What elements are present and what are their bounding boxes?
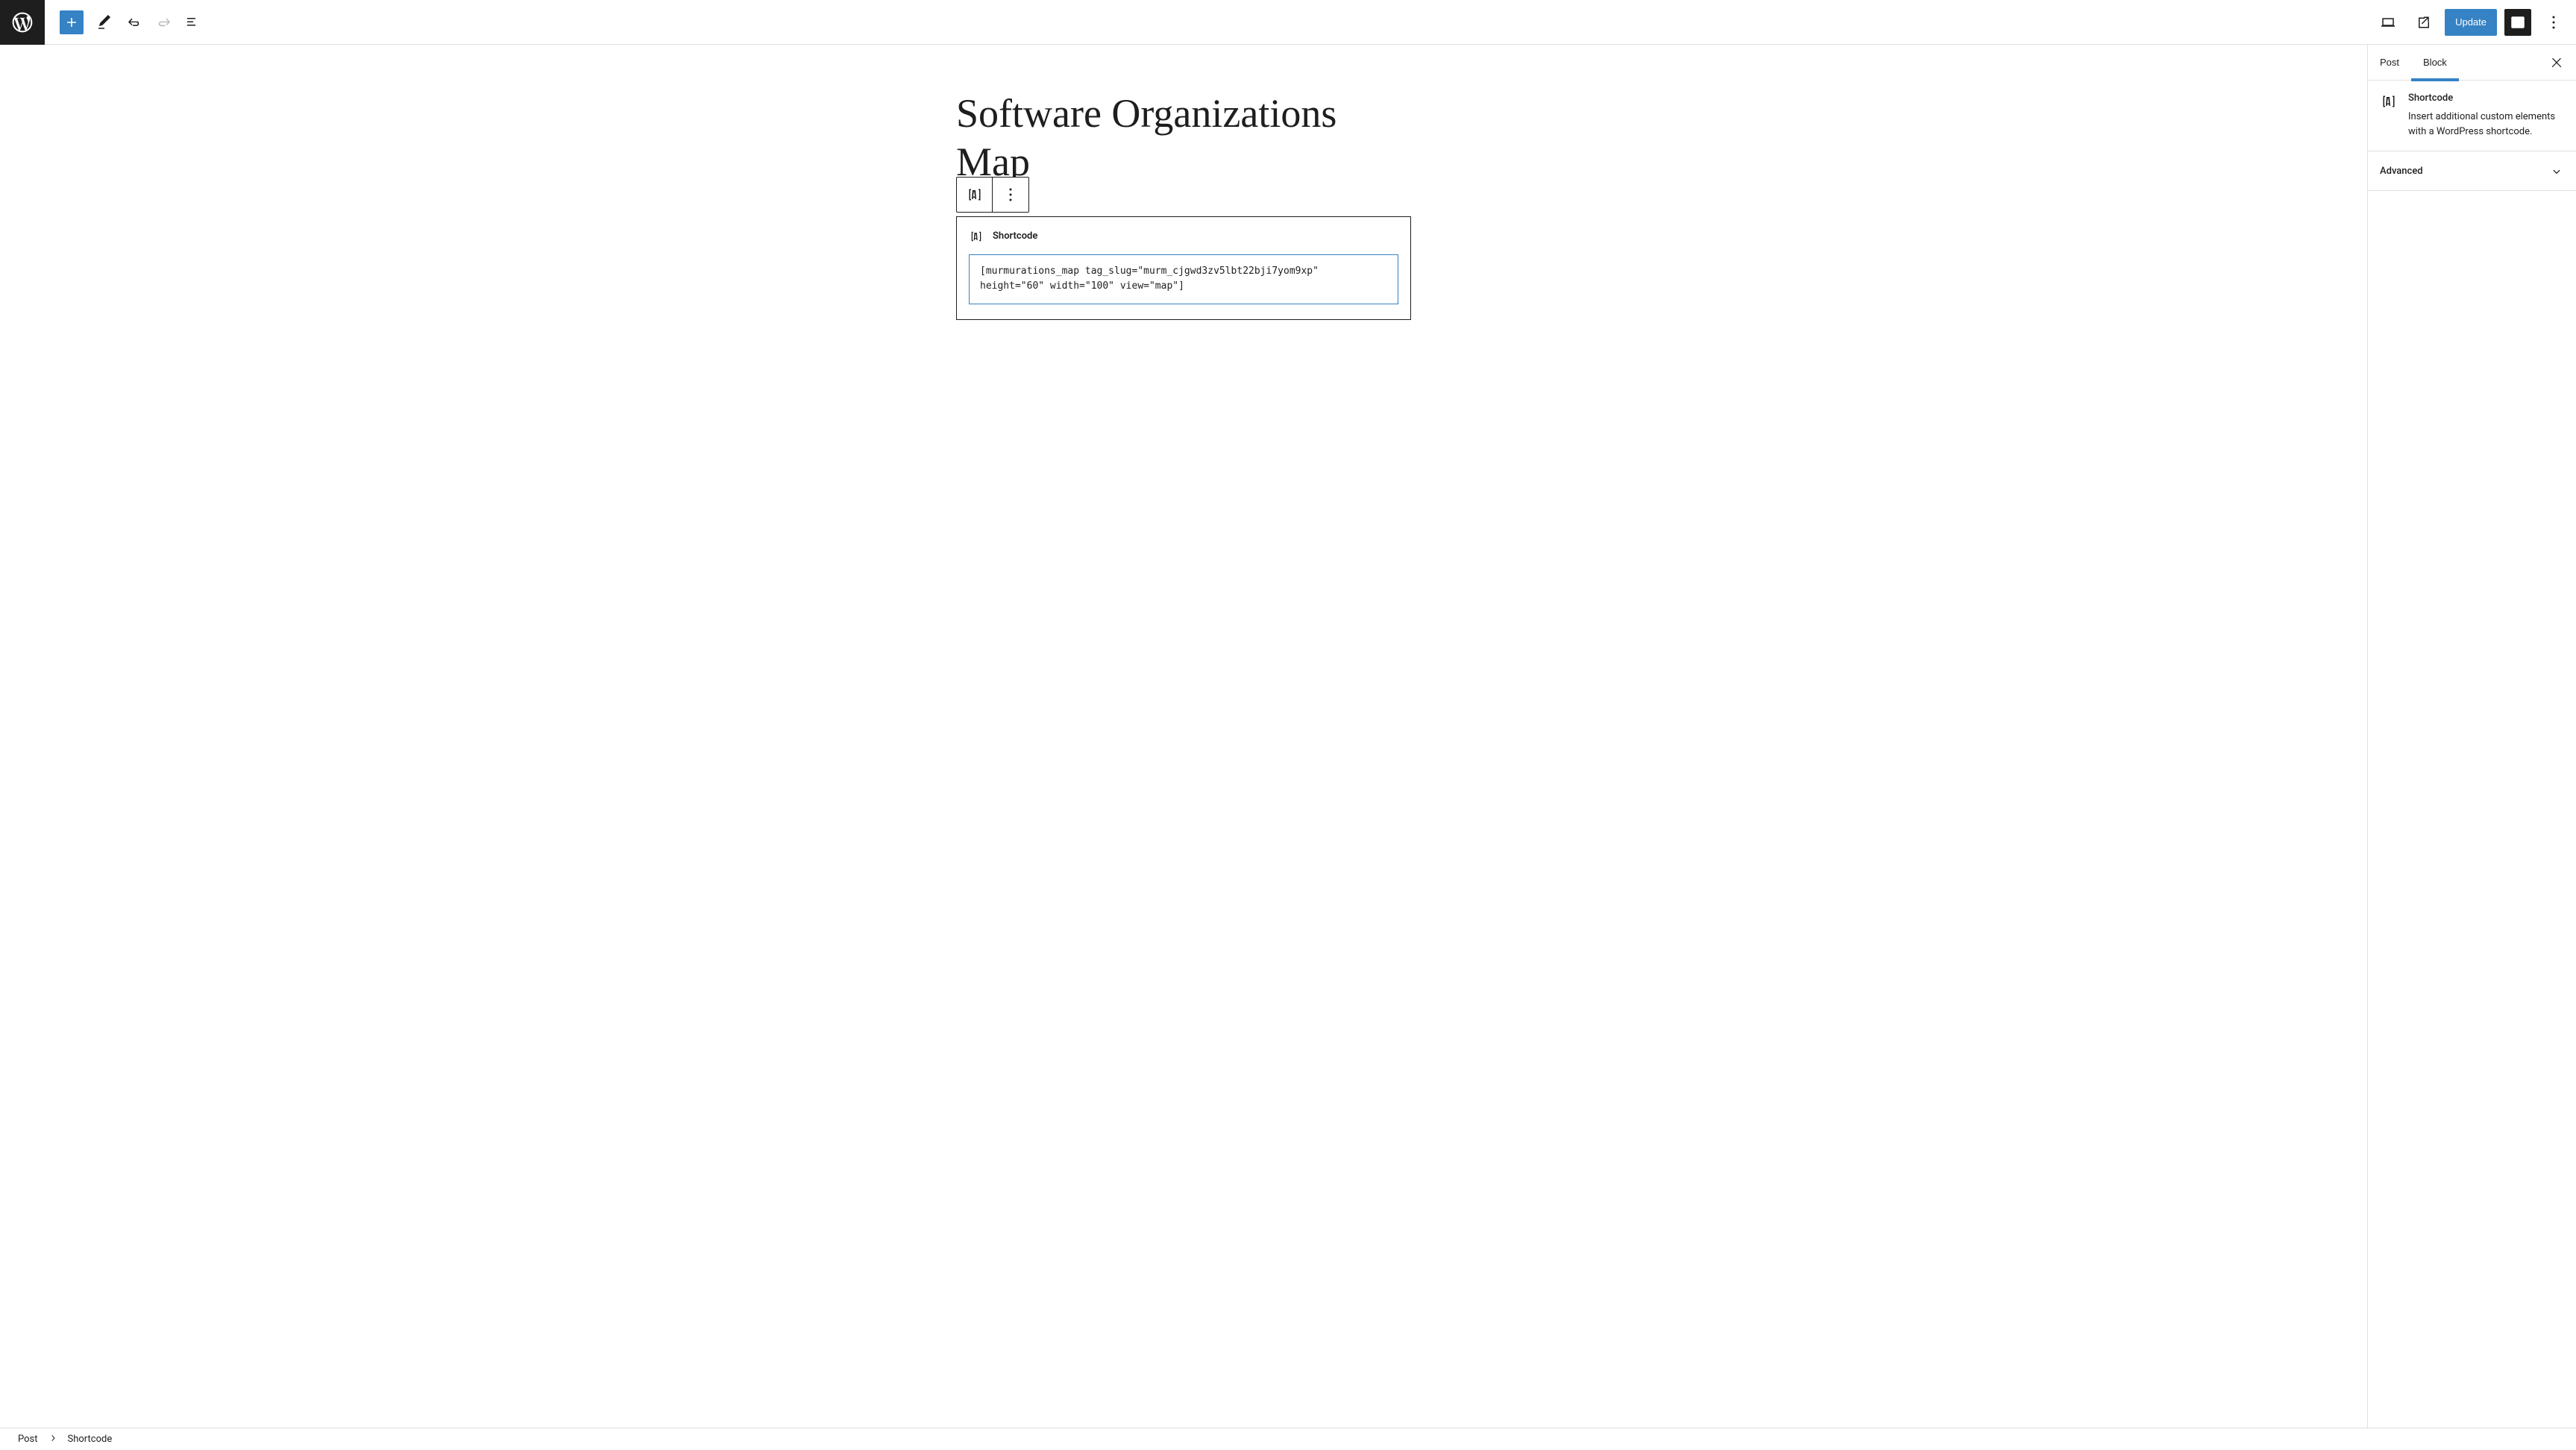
redo-icon bbox=[155, 13, 173, 31]
close-sidebar-button[interactable] bbox=[2543, 49, 2570, 76]
block-type-button[interactable] bbox=[957, 178, 993, 212]
breadcrumb: Post Shortcode bbox=[0, 1428, 2576, 1450]
chevron-right-icon bbox=[47, 1432, 59, 1444]
undo-icon bbox=[125, 13, 143, 31]
block-toolbar bbox=[956, 177, 1029, 213]
block-info-section: Shortcode Insert additional custom eleme… bbox=[2368, 81, 2576, 151]
tools-button[interactable] bbox=[91, 9, 118, 36]
pencil-icon bbox=[95, 13, 113, 31]
shortcode-input[interactable] bbox=[969, 254, 1398, 305]
more-vertical-icon bbox=[2545, 13, 2563, 31]
chevron-down-icon bbox=[2549, 163, 2564, 178]
breadcrumb-shortcode[interactable]: Shortcode bbox=[68, 1434, 113, 1445]
sidebar-icon bbox=[2509, 13, 2527, 31]
post-title[interactable]: Software Organizations Map bbox=[956, 90, 1411, 186]
view-post-button[interactable] bbox=[2410, 9, 2437, 36]
wordpress-logo[interactable] bbox=[0, 0, 45, 45]
tab-block[interactable]: Block bbox=[2411, 45, 2459, 81]
breadcrumb-separator bbox=[47, 1432, 59, 1447]
settings-sidebar: Post Block Shortcode Insert additional c… bbox=[2367, 45, 2576, 1428]
list-view-icon bbox=[185, 13, 203, 31]
wordpress-icon bbox=[10, 10, 34, 34]
view-button[interactable] bbox=[2375, 9, 2401, 36]
redo-button bbox=[151, 9, 178, 36]
tab-post[interactable]: Post bbox=[2368, 45, 2411, 81]
shortcode-icon bbox=[969, 229, 984, 244]
post-content: Software Organizations Map bbox=[941, 90, 1426, 320]
more-vertical-icon bbox=[1002, 186, 1020, 204]
editor-canvas[interactable]: Software Organizations Map bbox=[0, 45, 2367, 1428]
shortcode-block: Shortcode bbox=[956, 216, 1411, 321]
external-link-icon bbox=[2415, 13, 2433, 31]
block-info-description: Insert additional custom elements with a… bbox=[2408, 110, 2564, 139]
plus-icon bbox=[63, 13, 81, 31]
block-info-icon-wrap bbox=[2380, 92, 2398, 139]
add-block-button[interactable] bbox=[60, 10, 84, 34]
close-icon bbox=[2549, 55, 2564, 70]
block-info-text: Shortcode Insert additional custom eleme… bbox=[2408, 92, 2564, 139]
main-area: Software Organizations Map bbox=[0, 45, 2576, 1428]
settings-toggle-button[interactable] bbox=[2504, 9, 2531, 36]
shortcode-label: Shortcode bbox=[993, 230, 1037, 242]
sidebar-tabs: Post Block bbox=[2368, 45, 2576, 81]
shortcode-header: Shortcode bbox=[969, 229, 1398, 244]
options-button[interactable] bbox=[2540, 9, 2567, 36]
top-toolbar: Update bbox=[0, 0, 2576, 45]
breadcrumb-post[interactable]: Post bbox=[18, 1434, 38, 1445]
advanced-panel-title: Advanced bbox=[2380, 166, 2423, 177]
shortcode-icon bbox=[966, 186, 984, 204]
toolbar-right: Update bbox=[2373, 9, 2569, 36]
document-overview-button[interactable] bbox=[180, 9, 207, 36]
block-options-button[interactable] bbox=[993, 178, 1028, 212]
laptop-icon bbox=[2379, 13, 2397, 31]
block-info: Shortcode Insert additional custom eleme… bbox=[2380, 92, 2564, 139]
update-button[interactable]: Update bbox=[2445, 9, 2497, 36]
advanced-panel[interactable]: Advanced bbox=[2368, 151, 2576, 191]
block-info-title: Shortcode bbox=[2408, 92, 2564, 104]
toolbar-left bbox=[0, 0, 209, 44]
shortcode-icon bbox=[2380, 92, 2398, 110]
undo-button[interactable] bbox=[121, 9, 148, 36]
